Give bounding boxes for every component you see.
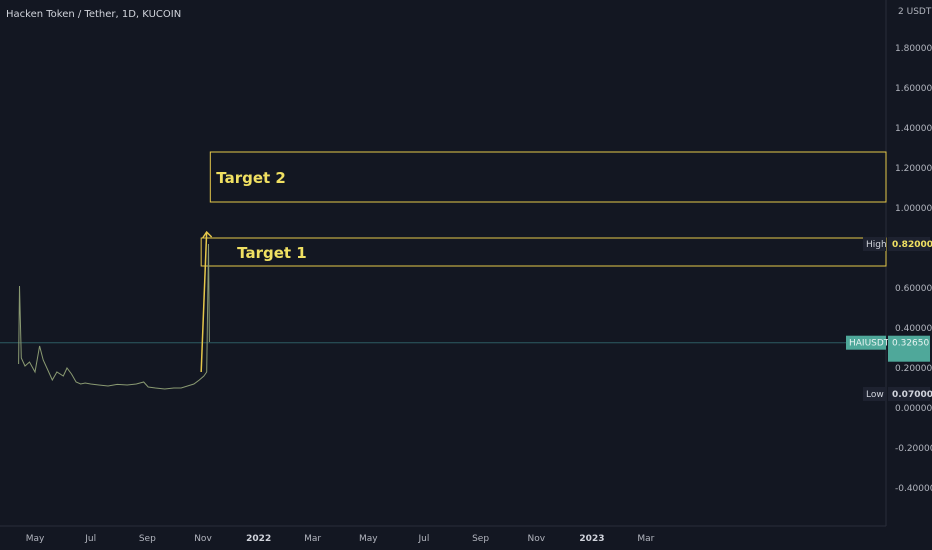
x-tick-label: 2022: [246, 534, 271, 544]
x-tick-label: May: [26, 534, 45, 544]
y-tick-label: 1.00000: [895, 204, 932, 214]
currency-label: 2 USDT: [898, 7, 931, 17]
last-tag-label: HAIUSDT: [849, 339, 890, 349]
y-tick-label: -0.20000: [895, 444, 932, 454]
x-tick-label: 2023: [579, 534, 604, 544]
low-tag-label: Low: [866, 390, 884, 400]
currency-code: USDT: [906, 7, 932, 17]
y-tick-label: 0.20000: [895, 364, 932, 374]
price-chart[interactable]: 1.80000 1.60000 1.40000 1.20000 1.00000 0.600…: [0, 0, 932, 550]
x-tick-label: Nov: [194, 534, 212, 544]
x-tick-label: Sep: [139, 534, 156, 544]
x-tick-label: Nov: [527, 534, 545, 544]
low-tag-value: 0.07000: [892, 390, 932, 400]
y-tick-label: -0.40000: [895, 484, 932, 494]
y-tick-label: 0.60000: [895, 284, 932, 294]
target-zone-label: Target 2: [216, 169, 286, 187]
target-zone-label: Target 1: [237, 244, 307, 262]
y-tick-label: 1.40000: [895, 124, 932, 134]
x-tick-label: Jul: [418, 534, 430, 544]
x-tick-label: Mar: [304, 534, 321, 544]
chart-title: Hacken Token / Tether, 1D, KUCOIN: [6, 9, 182, 20]
high-tag-label: High: [866, 240, 887, 250]
high-tag-value: 0.82000: [892, 240, 932, 250]
y-tick-label: 0.00000: [895, 404, 932, 414]
y-tick-label: 1.60000: [895, 84, 932, 94]
currency-prefix: 2: [898, 7, 904, 17]
target-zone-1: [209, 151, 887, 203]
x-tick-label: Jul: [84, 534, 96, 544]
x-tick-label: Sep: [472, 534, 489, 544]
x-tick-label: May: [359, 534, 378, 544]
x-tick-label: Mar: [637, 534, 654, 544]
y-tick-label: 0.40000: [895, 324, 932, 334]
y-tick-label: 1.80000: [895, 44, 932, 54]
price-series-line: [18, 243, 210, 390]
last-tag-value: 0.32650: [892, 339, 929, 349]
y-tick-label: 1.20000: [895, 164, 932, 174]
projection-arrow: [200, 231, 208, 373]
